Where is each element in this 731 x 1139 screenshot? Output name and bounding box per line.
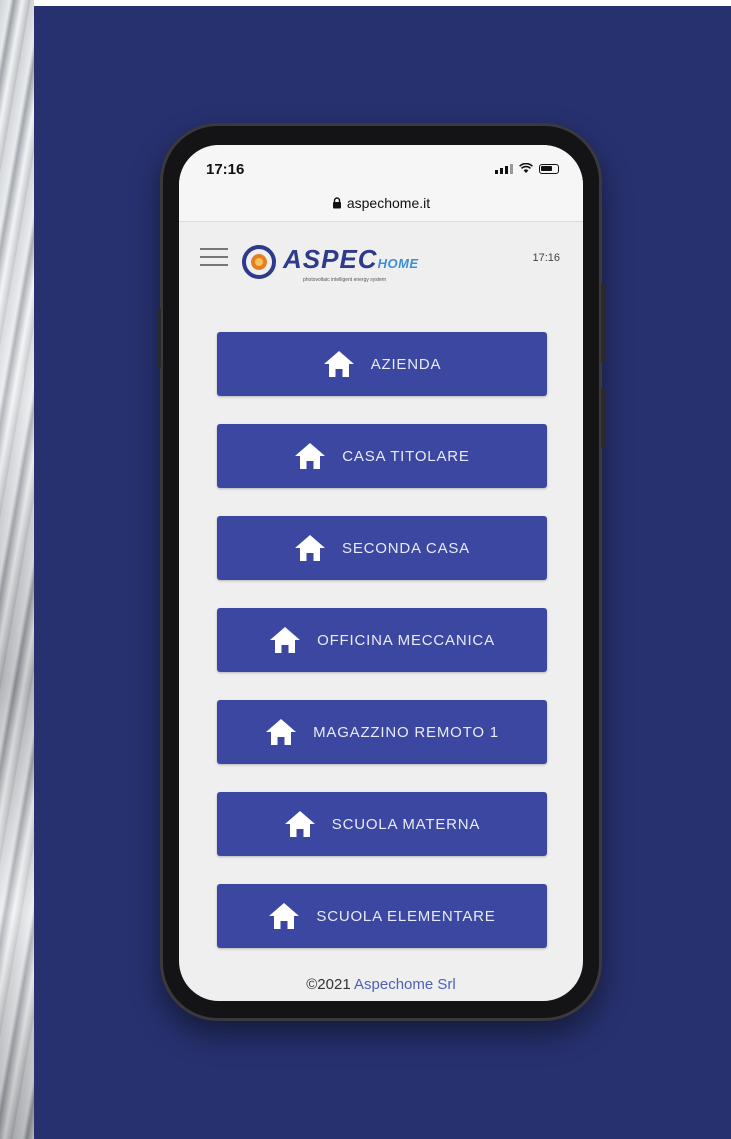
status-icons xyxy=(495,163,559,174)
copyright-text: ©2021 xyxy=(306,976,351,993)
status-time: 17:16 xyxy=(206,161,245,178)
aspechome-logo[interactable]: ASPECHOME photovoltaic intelligent energ… xyxy=(241,242,461,286)
menu-label: CASA TITOLARE xyxy=(342,447,470,465)
logo-mark-icon xyxy=(242,245,276,279)
logo-text: ASPECHOME xyxy=(283,244,419,274)
phone-volume-button xyxy=(601,283,605,363)
site-menu: AZIENDA CASA TITOLARE SECONDA CASA OFFIC… xyxy=(217,332,549,976)
header-time: 17:16 xyxy=(532,252,560,264)
home-icon xyxy=(269,903,300,929)
menu-label: SCUOLA ELEMENTARE xyxy=(316,907,496,925)
menu-button-azienda[interactable]: AZIENDA xyxy=(217,332,547,396)
menu-label: AZIENDA xyxy=(370,355,442,373)
company-link[interactable]: Aspechome Srl xyxy=(354,976,456,993)
home-icon xyxy=(295,535,326,561)
menu-button-magazzino-remoto-1[interactable]: MAGAZZINO REMOTO 1 xyxy=(217,700,547,764)
home-icon xyxy=(323,351,354,377)
background-photo-strip xyxy=(0,0,34,1139)
home-icon xyxy=(270,627,301,653)
menu-button-scuola-materna[interactable]: SCUOLA MATERNA xyxy=(217,792,547,856)
signal-icon xyxy=(495,164,513,174)
menu-button-seconda-casa[interactable]: SECONDA CASA xyxy=(217,516,547,580)
menu-label: OFFICINA MECCANICA xyxy=(317,631,495,649)
menu-label: SECONDA CASA xyxy=(342,539,470,557)
phone-screen: 17:16 aspechome.it ASPECHOME photovoltai… xyxy=(179,145,583,1001)
phone-power-button xyxy=(601,388,605,448)
phone-side-button xyxy=(157,308,161,368)
url-text: aspechome.it xyxy=(346,195,431,211)
app-header: ASPECHOME photovoltaic intelligent energ… xyxy=(179,222,583,292)
browser-url-bar[interactable]: aspechome.it xyxy=(179,185,583,222)
hamburger-menu-icon[interactable] xyxy=(200,248,228,266)
menu-label: SCUOLA MATERNA xyxy=(331,815,481,833)
home-icon xyxy=(266,719,297,745)
menu-button-officina-meccanica[interactable]: OFFICINA MECCANICA xyxy=(217,608,547,672)
status-bar: 17:16 xyxy=(179,145,583,185)
phone-frame: 17:16 aspechome.it ASPECHOME photovoltai… xyxy=(157,123,605,1021)
menu-button-scuola-elementare[interactable]: SCUOLA ELEMENTARE xyxy=(217,884,547,948)
home-icon xyxy=(284,811,315,837)
menu-label: MAGAZZINO REMOTO 1 xyxy=(313,723,499,741)
battery-icon xyxy=(539,164,559,174)
home-icon xyxy=(295,443,326,469)
lock-icon xyxy=(332,197,341,209)
wifi-icon xyxy=(519,163,533,173)
menu-button-casa-titolare[interactable]: CASA TITOLARE xyxy=(217,424,547,488)
page-footer: ©2021 Aspechome Srl xyxy=(179,976,583,993)
logo-tagline: photovoltaic intelligent energy system xyxy=(303,277,387,283)
